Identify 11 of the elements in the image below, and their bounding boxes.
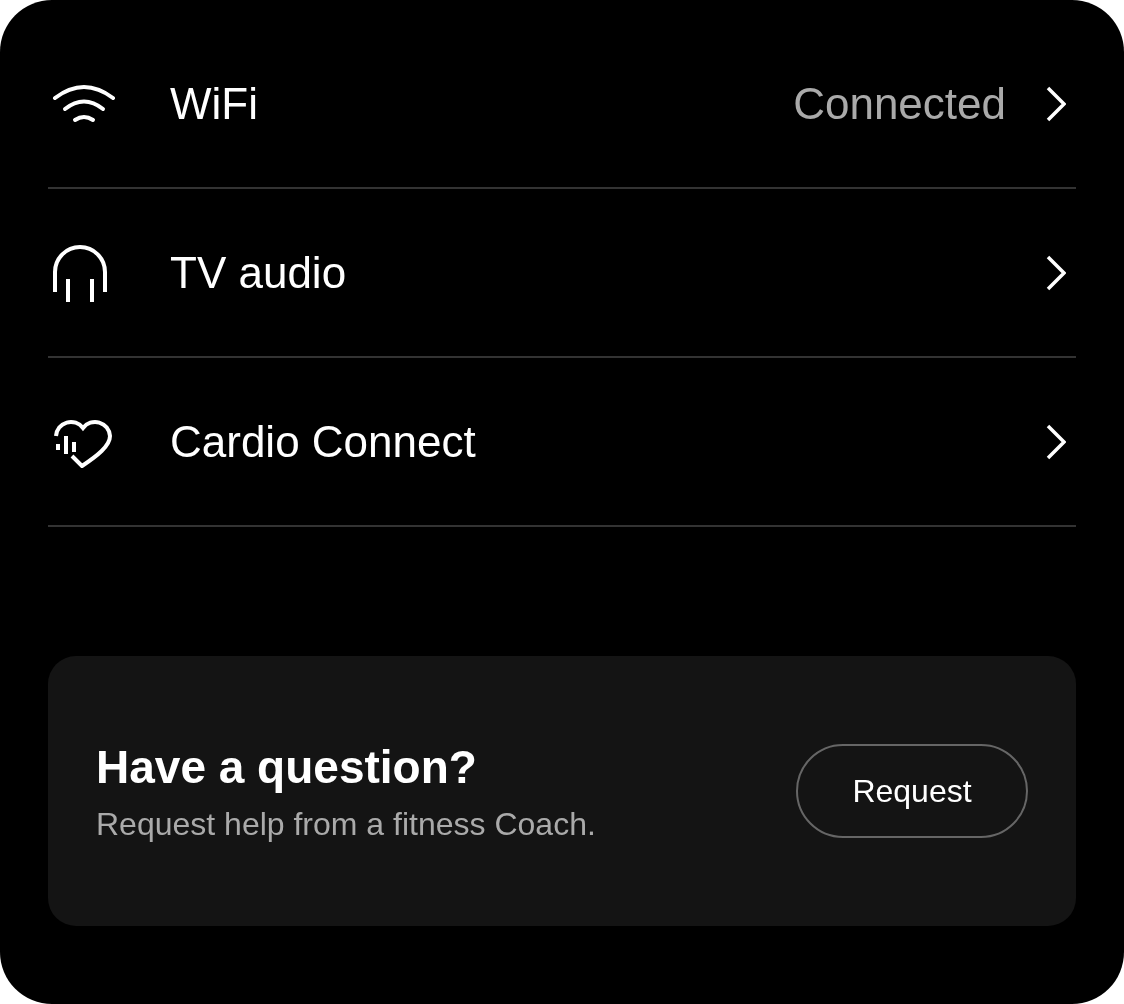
setting-label[interactable]: TV audio (170, 247, 1046, 298)
chevron-right-icon[interactable] (1046, 423, 1066, 460)
setting-label[interactable]: Cardio Connect (170, 416, 1046, 467)
card-subtitle: Request help from a fitness Coach. (96, 805, 597, 843)
request-button[interactable]: Request (796, 744, 1028, 838)
headphones-icon (52, 243, 108, 302)
card-title: Have a question? (96, 739, 478, 794)
setting-label[interactable]: WiFi (170, 78, 794, 129)
setting-status: Connected (793, 78, 1006, 129)
chevron-right-icon[interactable] (1046, 85, 1066, 122)
chevron-right-icon[interactable] (1046, 254, 1066, 291)
